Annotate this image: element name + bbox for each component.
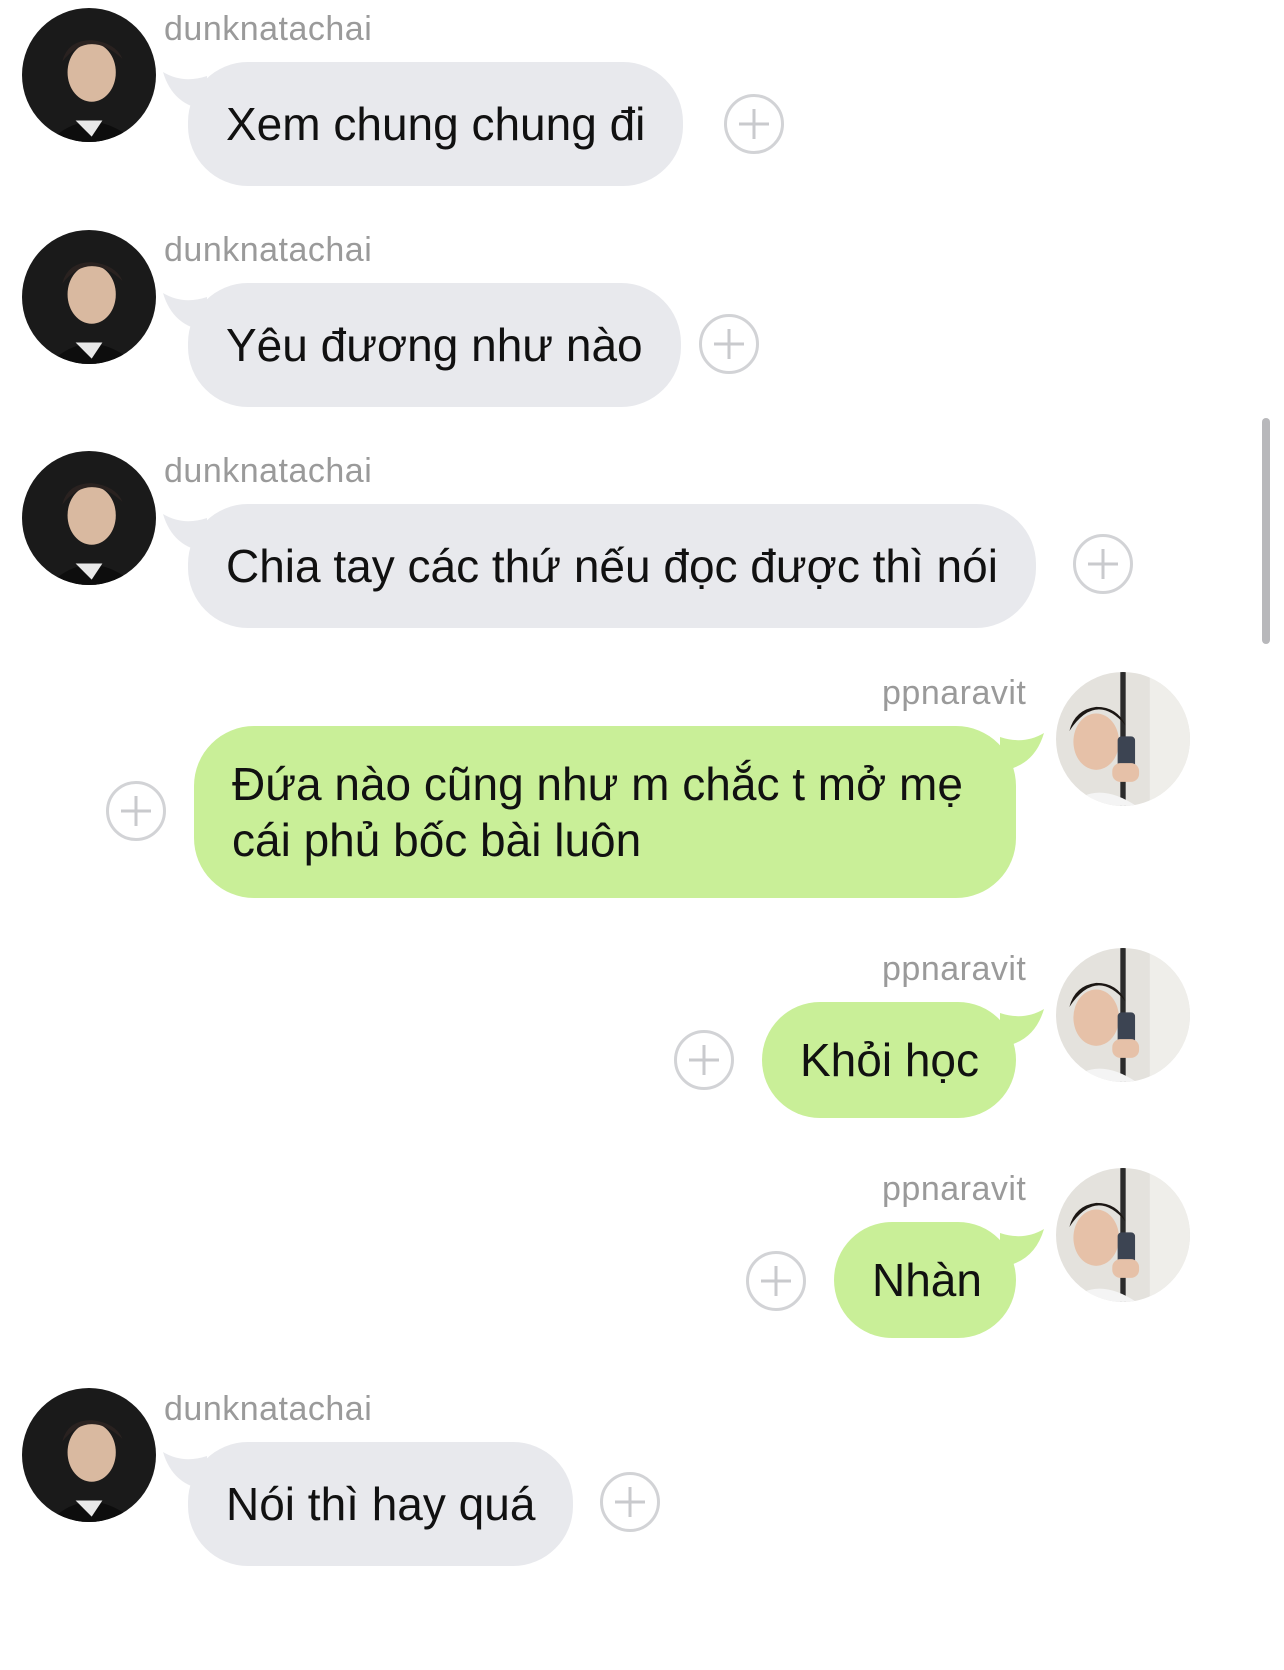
add-reaction-icon[interactable] [699,314,759,374]
message-text: Xem chung chung đi [226,98,646,150]
dunknatachai-avatar[interactable] [22,230,156,364]
dunknatachai-avatar[interactable] [22,451,156,585]
message-bubble[interactable]: Xem chung chung đi [188,62,684,186]
sender-name: ppnaravit [882,674,1027,712]
add-reaction-icon[interactable] [746,1251,806,1311]
message-text: Đứa nào cũng như m chắc t mở mẹ cái phủ … [232,758,963,866]
ppnaravit-avatar[interactable] [1056,948,1190,1082]
message-text: Chia tay các thứ nếu đọc được thì nói [226,540,998,592]
sender-name: dunknatachai [164,452,373,490]
message-text: Khỏi học [800,1034,980,1086]
sender-name: ppnaravit [882,950,1027,988]
sender-name: dunknatachai [164,231,373,269]
dunknatachai-avatar[interactable] [22,1388,156,1522]
sender-name: ppnaravit [882,1170,1027,1208]
message-text: Nói thì hay quá [226,1478,536,1530]
ppnaravit-avatar[interactable] [1056,672,1190,806]
message-bubble[interactable]: Yêu đương như nào [188,283,681,407]
message-bubble[interactable]: Khỏi học [762,1002,1016,1118]
add-reaction-icon[interactable] [724,94,784,154]
add-reaction-icon[interactable] [106,781,166,841]
scrollbar[interactable] [1262,418,1270,644]
message-bubble[interactable]: Đứa nào cũng như m chắc t mở mẹ cái phủ … [194,726,1016,898]
add-reaction-icon[interactable] [600,1472,660,1532]
add-reaction-icon[interactable] [1073,534,1133,594]
chat-thread[interactable]: dunknatachai Xem chung chung đi dunknata… [0,0,1284,1670]
add-reaction-icon[interactable] [674,1030,734,1090]
dunknatachai-avatar[interactable] [22,8,156,142]
sender-name: dunknatachai [164,10,373,48]
message-bubble[interactable]: Nói thì hay quá [188,1442,574,1566]
message-bubble[interactable]: Chia tay các thứ nếu đọc được thì nói [188,504,1036,628]
message-text: Yêu đương như nào [226,319,643,371]
ppnaravit-avatar[interactable] [1056,1168,1190,1302]
message-text: Nhàn [872,1254,982,1306]
message-bubble[interactable]: Nhàn [834,1222,1016,1338]
sender-name: dunknatachai [164,1390,373,1428]
